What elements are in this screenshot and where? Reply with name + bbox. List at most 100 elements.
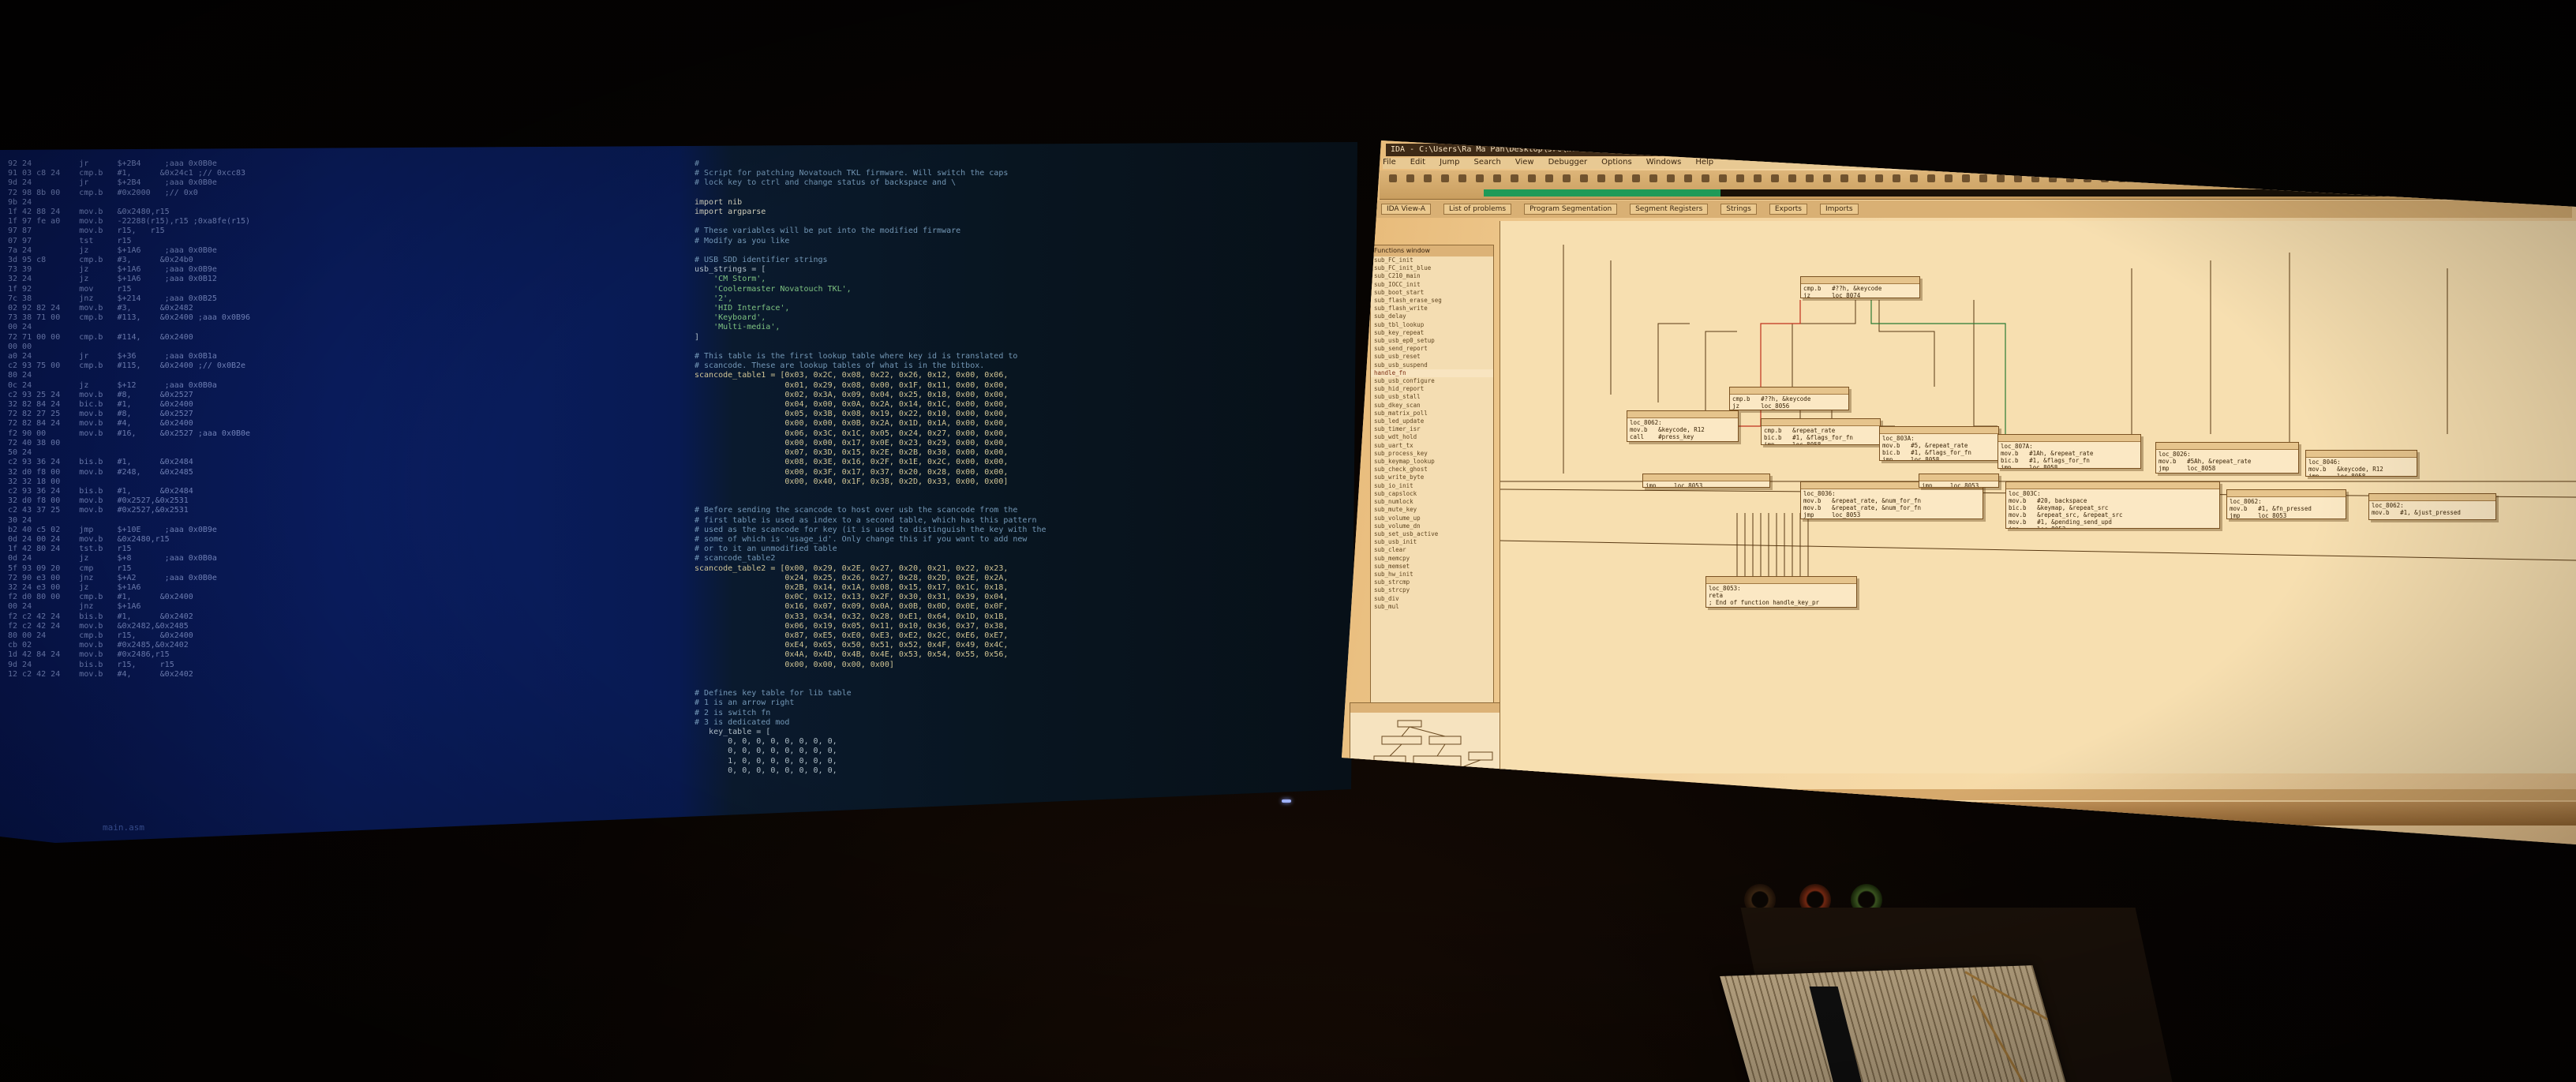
function-list-item[interactable]: sub_send_report [1371,345,1493,353]
graph-node[interactable]: jmp loc_8053 [1919,474,1999,488]
menu-item-file[interactable]: File [1383,158,1396,167]
function-list-item[interactable]: sub_usb_reset [1371,353,1493,361]
function-list-item[interactable]: sub_clear [1371,546,1493,554]
menu-item-help[interactable]: Help [1695,158,1713,167]
toolbar-icon[interactable] [1441,174,1449,182]
graph-node[interactable]: loc_8062: mov.b #1, &fn_pressed jmp loc_… [2226,489,2346,519]
function-list-item[interactable]: sub_usb_init [1371,538,1493,546]
function-list-item[interactable]: sub_check_ghost [1371,466,1493,474]
toolbar-icon[interactable] [1389,174,1397,182]
function-list-item[interactable]: sub_strcpy [1371,586,1493,594]
toolbar-icon[interactable] [1632,174,1640,182]
function-list-item[interactable]: sub_process_key [1371,450,1493,458]
toolbar-icon[interactable] [1511,174,1518,182]
graph-node[interactable]: loc_803C: mov.b #20, backspace bic.b &ke… [2005,481,2220,529]
toolbar-icon[interactable] [1893,174,1900,182]
toolbar-icon[interactable] [1580,174,1588,182]
function-list-item[interactable]: sub_capslock [1371,490,1493,498]
toolbar-icon[interactable] [1771,174,1779,182]
function-list-item[interactable]: sub_IOCC_init [1371,281,1493,289]
function-list-item[interactable]: sub_mute_key [1371,506,1493,514]
toolbar-icon[interactable] [2049,174,2057,182]
graph-node[interactable]: loc_8053: reta ; End of function handle_… [1705,576,1857,608]
toolbar-icon[interactable] [1945,174,1953,182]
graph-node[interactable]: loc_8046: mov.b &keycode, R12 jmp loc_80… [2305,450,2417,477]
toolbar-icon[interactable] [1476,174,1484,182]
toolbar-icon[interactable] [1927,174,1935,182]
view-tab[interactable]: List of problems [1443,204,1512,215]
terminal-icon[interactable] [1405,807,1417,820]
menu-item-options[interactable]: Options [1601,158,1632,167]
menu-item-search[interactable]: Search [1474,158,1501,167]
toolbar-icon[interactable] [1806,174,1814,182]
function-list-item[interactable]: sub_led_update [1371,417,1493,425]
function-list-item[interactable]: sub_boot_start [1371,289,1493,297]
toolbar-icon[interactable] [1649,174,1657,182]
graph-node[interactable]: cmp.b #??h, &keycode jz loc_8074 [1800,276,1920,298]
menu-item-jump[interactable]: Jump [1440,158,1459,167]
toolbar-icon[interactable] [1406,174,1414,182]
function-list-item[interactable]: sub_C210_main [1371,272,1493,280]
function-list-item[interactable]: sub_FC_init_blue [1371,264,1493,272]
graph-node[interactable]: jmp loc_8053 [1642,474,1770,488]
function-list-item[interactable]: sub_delay [1371,313,1493,320]
function-list-item[interactable]: handle_fn [1371,369,1493,378]
graph-node[interactable]: loc_8062: mov.b &keycode, R12 call #pres… [1627,410,1739,442]
toolbar-icon[interactable] [1719,174,1727,182]
function-list-item[interactable]: sub_keymap_lookup [1371,458,1493,466]
function-list-item[interactable]: sub_div [1371,595,1493,603]
taskbar-button-explorer[interactable]: C:\Users\Ra Ma Pan\... [1511,807,1598,820]
graph-node[interactable]: loc_803A: mov.b #5, &repeat_rate bic.b #… [1879,426,1999,461]
function-list-item[interactable]: sub_memset [1371,563,1493,571]
toolbar-icon[interactable] [2031,174,2039,182]
function-list-item[interactable]: sub_memcpy [1371,555,1493,563]
function-list-item[interactable]: sub_io_init [1371,482,1493,490]
menu-item-debugger[interactable]: Debugger [1548,158,1588,167]
folder-icon[interactable] [1373,807,1386,820]
toolbar-icon[interactable] [1615,174,1623,182]
toolbar-icon[interactable] [1875,174,1883,182]
function-list-item[interactable]: sub_wdt_hold [1371,433,1493,441]
navigation-band[interactable] [1484,189,1720,197]
function-list-item[interactable]: sub_usb_suspend [1371,361,1493,369]
save-icon[interactable] [1389,807,1402,820]
toolbar-icon[interactable] [1910,174,1918,182]
toolbar-icon[interactable] [1788,174,1796,182]
toolbar-icon[interactable] [1858,174,1866,182]
toolbar-icon[interactable] [1424,174,1432,182]
graph-node[interactable]: loc_8026: mov.b #5Ah, &repeat_rate jmp l… [2155,442,2299,474]
menu-item-view[interactable]: View [1515,158,1534,167]
function-list-item[interactable]: sub_FC_init [1371,256,1493,264]
graph-node[interactable]: loc_807A: mov.b #1Ah, &repeat_rate bic.b… [1998,434,2141,469]
function-list-item[interactable]: sub_usb_ep0_setup [1371,337,1493,345]
view-tab[interactable]: Exports [1769,204,1807,215]
toolbar-icon[interactable] [1545,174,1553,182]
function-list-item[interactable]: sub_numlock [1371,498,1493,506]
function-list-item[interactable]: sub_volume_dn [1371,522,1493,530]
taskbar-button-ida[interactable]: IDA - C:\Users\Ra Ma Pan\... [1421,807,1515,820]
view-tab[interactable]: IDA View-A [1381,204,1432,215]
menu-item-edit[interactable]: Edit [1410,158,1425,167]
graph-node[interactable]: cmp.b &repeat_rate bic.b #1, &flags_for_… [1761,418,1881,445]
toolbar-icon[interactable] [1563,174,1571,182]
toolbar-icon[interactable] [1840,174,1848,182]
toolbar-icon[interactable] [1667,174,1675,182]
function-list-item[interactable]: sub_strcmp [1371,578,1493,586]
function-list-item[interactable]: sub_volume_up [1371,515,1493,522]
function-list-item[interactable]: sub_uart_tx [1371,442,1493,450]
function-list-item[interactable]: sub_write_byte [1371,474,1493,481]
ida-graph-view[interactable]: cmp.b #??h, &keycode jz loc_8074 cmp.b #?… [1500,221,2576,773]
view-tab[interactable]: Imports [1820,204,1859,215]
toolbar-icon[interactable] [2101,174,2109,182]
menu-item-windows[interactable]: Windows [1646,158,1682,167]
toolbar-icon[interactable] [1702,174,1709,182]
toolbar-icon[interactable] [1528,174,1536,182]
toolbar-icon[interactable] [1979,174,1987,182]
function-list-item[interactable]: sub_hid_report [1371,385,1493,393]
function-list-item[interactable]: sub_key_repeat [1371,329,1493,337]
toolbar-icon[interactable] [2136,174,2144,182]
toolbar-icon[interactable] [1597,174,1605,182]
function-list-item[interactable]: sub_timer_isr [1371,425,1493,433]
function-list-item[interactable]: sub_mul [1371,603,1493,611]
function-list-item[interactable]: sub_hw_init [1371,571,1493,578]
